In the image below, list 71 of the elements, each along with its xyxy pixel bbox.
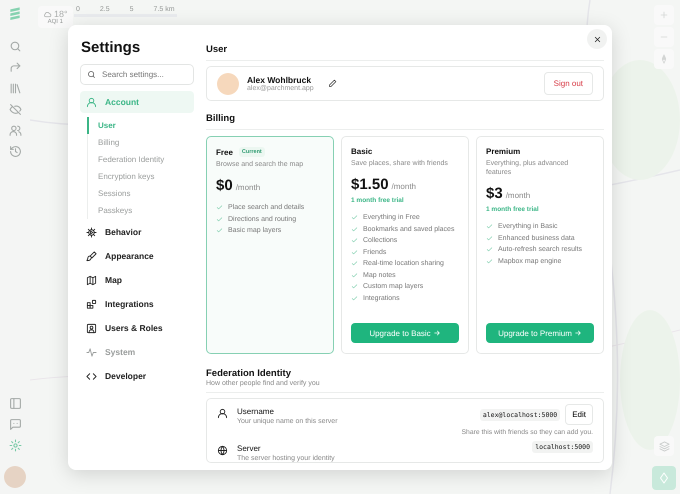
pencil-icon[interactable]	[328, 79, 337, 88]
search-field[interactable]: Search settings...	[80, 64, 194, 85]
locate-button[interactable]	[652, 466, 676, 490]
close-button[interactable]	[587, 29, 607, 49]
nav-subitem[interactable]: Sessions	[87, 185, 194, 202]
plan-name: Free	[216, 148, 233, 156]
close-icon	[592, 34, 602, 44]
locate-icon	[658, 472, 670, 484]
price-period: /month	[236, 183, 260, 192]
price-period: /month	[392, 182, 416, 192]
avatar	[217, 72, 239, 94]
layers-icon	[658, 440, 670, 452]
id-badge-icon	[86, 322, 97, 334]
nav-item[interactable]: Appearance	[80, 245, 194, 267]
person-icon	[217, 408, 228, 419]
search-icon	[87, 70, 96, 79]
library-icon[interactable]	[8, 82, 22, 95]
zoom-in-button[interactable]	[654, 5, 674, 25]
map-icon	[86, 274, 97, 286]
temperature: 18°	[54, 9, 68, 19]
globe-icon	[217, 445, 228, 456]
sidebar-icon[interactable]	[8, 397, 22, 410]
nav-subitem[interactable]: Passkeys	[87, 202, 194, 219]
upgrade-button[interactable]: Upgrade to Premium	[486, 323, 594, 343]
layers-button[interactable]	[654, 436, 674, 456]
arrow-icon	[432, 329, 441, 337]
brush-icon	[86, 250, 97, 262]
nav-item[interactable]: Map	[80, 269, 194, 291]
plan-price: $1.50	[351, 176, 389, 194]
user-name: Alex Wohlbruck	[247, 75, 312, 85]
person-icon	[86, 96, 97, 108]
field-label: Server	[237, 444, 262, 453]
nav-item[interactable]: Account	[80, 91, 194, 113]
feedback-icon[interactable]	[8, 418, 22, 431]
nav-item[interactable]: Users & Roles	[80, 317, 194, 339]
pulse-icon	[86, 346, 97, 358]
plan-name: Basic	[351, 147, 372, 156]
plus-icon	[659, 10, 669, 20]
avatar[interactable]	[4, 466, 26, 488]
compass-icon	[659, 54, 669, 64]
nav-subitem[interactable]: Encryption keys	[87, 168, 194, 185]
settings-icon[interactable]	[8, 439, 22, 452]
share-icon[interactable]	[8, 61, 22, 74]
nav-item[interactable]: Behavior	[80, 221, 194, 243]
plan-price: $3	[486, 185, 503, 202]
nav-subitem[interactable]: Billing	[87, 134, 194, 151]
section-heading: Billing	[206, 113, 604, 130]
modal-title: Settings	[81, 39, 142, 56]
search-icon[interactable]	[8, 40, 22, 53]
section-heading: User	[206, 44, 604, 61]
gear-play-icon	[86, 226, 97, 238]
section-heading: Federation Identity	[206, 368, 292, 379]
cloud-icon	[43, 10, 52, 18]
nav-subitem[interactable]: User	[87, 117, 194, 134]
upgrade-button[interactable]: Upgrade to Basic	[351, 323, 459, 343]
code-icon	[86, 370, 97, 382]
plan-name: Premium	[486, 147, 520, 156]
nav-item[interactable]: Integrations	[80, 293, 194, 315]
plan-price: $0	[216, 177, 233, 194]
edit-button[interactable]: Edit	[565, 404, 593, 425]
nav-subitem[interactable]: Federation Identity	[87, 151, 194, 168]
nav-item[interactable]: Developer	[80, 365, 194, 387]
history-icon[interactable]	[8, 145, 22, 158]
people-icon[interactable]	[8, 124, 22, 137]
compass-button[interactable]	[654, 49, 674, 69]
field-label: Username	[237, 407, 275, 416]
hidden-icon[interactable]	[8, 103, 22, 116]
arrow-icon	[574, 329, 582, 337]
price-period: /month	[506, 191, 530, 200]
blocks-icon	[86, 298, 97, 310]
sign-out-button[interactable]: Sign out	[544, 72, 593, 95]
